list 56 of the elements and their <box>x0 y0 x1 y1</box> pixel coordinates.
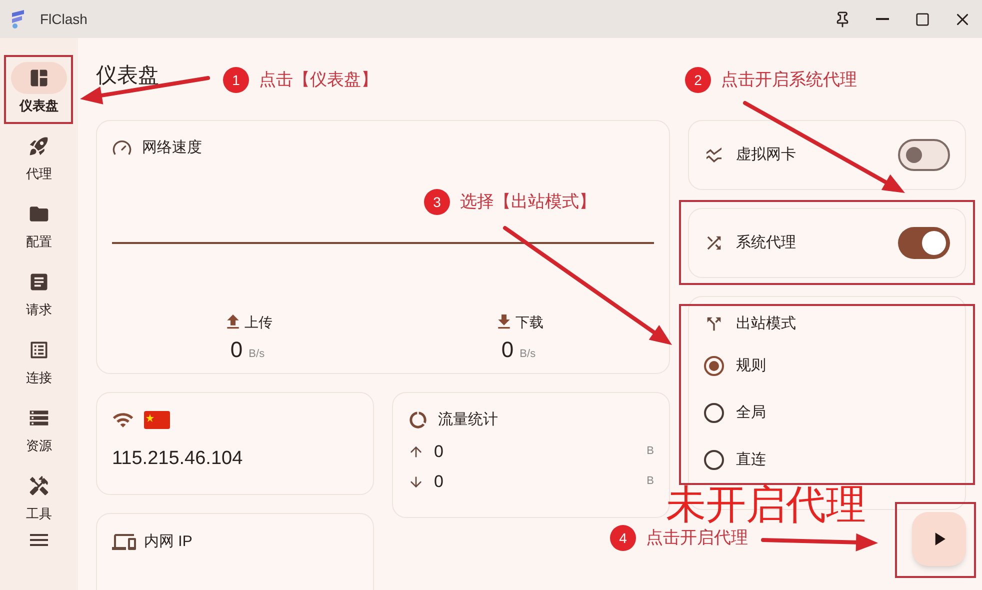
nav-item[interactable]: 资源 <box>11 402 67 470</box>
donut-icon <box>408 410 428 430</box>
radio-label: 直连 <box>736 450 766 470</box>
toggle-switch[interactable] <box>898 227 950 259</box>
zigzag-icon <box>704 145 724 165</box>
maximize-icon <box>914 12 930 26</box>
traffic-value: 0 <box>434 440 444 463</box>
ip-address: 115.215.46.104 <box>112 447 244 471</box>
step-label: 点击开启系统代理 <box>721 69 857 92</box>
list-icon <box>28 339 50 361</box>
card-title: 出站模式 <box>736 314 796 334</box>
step-label: 点击【仪表盘】 <box>259 69 378 92</box>
rate-value: 0 <box>501 336 514 364</box>
highlight-frame <box>4 55 73 124</box>
warning-text: 未开启代理 <box>666 484 866 526</box>
radio-label: 全局 <box>736 402 766 423</box>
radio-label: 规则 <box>736 356 766 376</box>
traffic-unit: B <box>646 474 654 490</box>
document-icon <box>28 271 50 293</box>
traffic-value: 0 <box>434 470 444 493</box>
setting-label: 系统代理 <box>736 232 796 253</box>
tools-icon <box>28 475 50 497</box>
nav-item[interactable]: 配置 <box>11 198 67 266</box>
rate-unit: B/s <box>248 346 265 362</box>
nav-item[interactable]: 代理 <box>11 130 67 198</box>
radio-button[interactable] <box>704 356 724 376</box>
nav-item[interactable]: 连接 <box>11 334 67 402</box>
step-number: 4 <box>610 525 636 551</box>
rate-label: 上传 <box>244 312 272 332</box>
window-title: FlClash <box>40 10 88 28</box>
rocket-icon <box>28 135 50 157</box>
radio-button[interactable] <box>704 403 724 423</box>
page-title: 仪表盘 <box>96 63 159 90</box>
step-label: 选择【出站模式】 <box>460 191 596 214</box>
step-number: 2 <box>685 67 711 93</box>
step-number: 1 <box>223 67 249 93</box>
minimize-icon <box>876 18 888 20</box>
nav-item[interactable]: 请求 <box>11 266 67 334</box>
radio-button[interactable] <box>704 450 724 470</box>
card-title: 网络速度 <box>142 138 202 158</box>
nav-item[interactable]: 工具 <box>11 470 67 538</box>
rate-value: 0 <box>230 336 243 364</box>
dashboard-icon <box>28 67 50 89</box>
rate-unit: B/s <box>520 346 536 362</box>
flag-icon <box>144 411 170 429</box>
traffic-unit: B <box>646 444 654 460</box>
arrow-down-icon <box>408 474 424 490</box>
rate-label: 下载 <box>516 312 544 332</box>
nav-item[interactable]: 仪表盘 <box>11 62 67 130</box>
card-title: 流量统计 <box>438 410 498 430</box>
play-button[interactable] <box>912 512 966 566</box>
card-title: 内网 IP <box>144 532 192 552</box>
step-label: 点击开启代理 <box>646 527 748 550</box>
setting-label: 虚拟网卡 <box>736 144 796 165</box>
toggle-switch[interactable] <box>898 139 950 171</box>
logo-icon <box>10 9 26 29</box>
